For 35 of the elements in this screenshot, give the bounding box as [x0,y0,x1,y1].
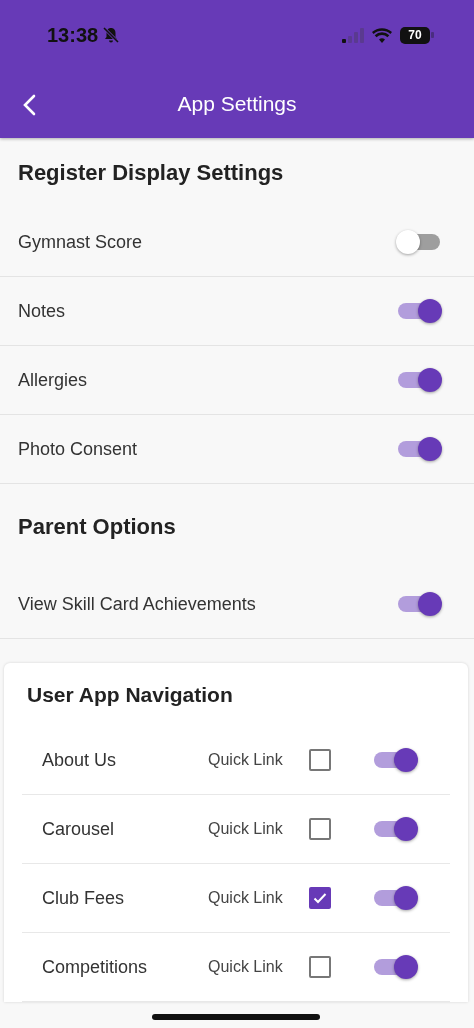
quick-link-label: Quick Link [208,889,284,907]
toggle-switch[interactable] [372,885,418,911]
section-heading: Register Display Settings [18,160,284,186]
quick-link-label: Quick Link [208,751,284,769]
setting-label: View Skill Card Achievements [18,593,256,615]
toggle-switch[interactable] [372,816,418,842]
toggle-switch[interactable] [396,591,442,617]
quick-link-label: Quick Link [208,958,284,976]
nav-item-label: Club Fees [42,887,126,909]
quick-link-checkbox[interactable] [309,749,331,771]
setting-label: Notes [18,300,66,322]
nav-item-label: About Us [42,749,118,771]
back-icon[interactable] [22,94,36,116]
toggle-switch[interactable] [372,954,418,980]
toggle-switch[interactable] [396,229,442,255]
setting-label: Photo Consent [18,438,138,460]
nav-item-label: Competitions [42,956,149,978]
quick-link-checkbox[interactable] [309,818,331,840]
setting-label: Allergies [18,369,88,391]
toggle-switch[interactable] [372,747,418,773]
signal-icon [342,27,364,43]
section-heading: Parent Options [18,514,176,540]
card-heading: User App Navigation [26,681,234,708]
quick-link-checkbox[interactable] [309,956,331,978]
wifi-icon [372,27,392,43]
toggle-switch[interactable] [396,298,442,324]
bell-muted-icon [102,26,121,44]
status-time: 13:38 [47,23,99,47]
page-title: App Settings [177,92,297,116]
quick-link-checkbox[interactable] [309,887,331,909]
setting-label: Gymnast Score [18,231,143,253]
nav-item-label: Carousel [42,818,116,840]
quick-link-label: Quick Link [208,820,284,838]
toggle-switch[interactable] [396,367,442,393]
toggle-switch[interactable] [396,436,442,462]
